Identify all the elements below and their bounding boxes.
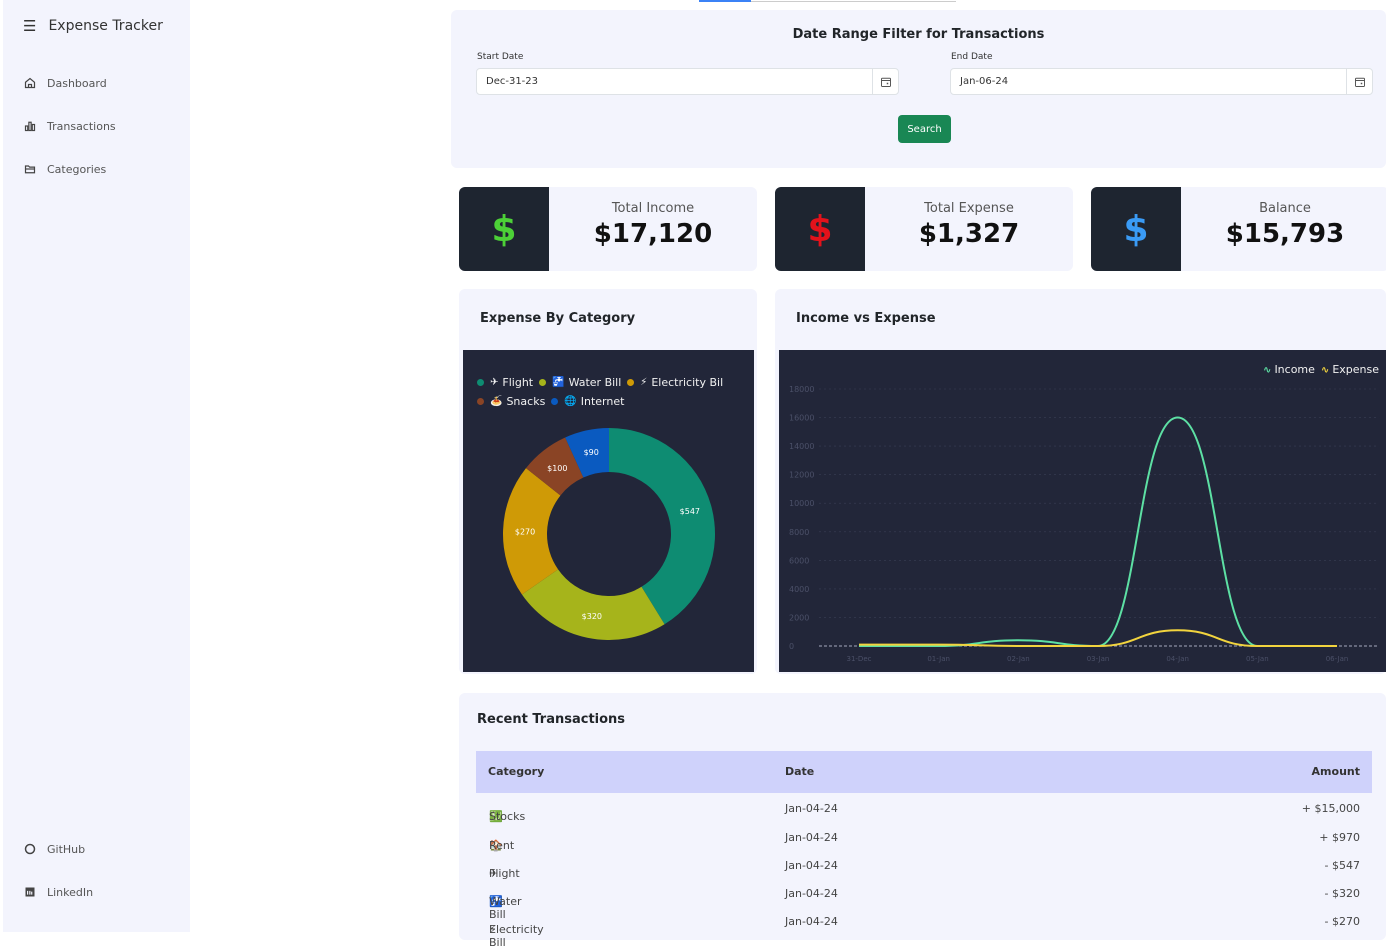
- x-tick-label: 31-Dec: [847, 655, 872, 663]
- y-tick-label: 6000: [789, 556, 809, 565]
- amount-cell: + $970: [1319, 831, 1360, 844]
- top-tab-indicator: [699, 0, 751, 2]
- stat-value: $15,793: [1225, 219, 1345, 249]
- bar-chart-icon: [23, 119, 37, 133]
- total-expense-card: $ Total Expense $1,327: [775, 187, 1073, 271]
- amount-cell: - $547: [1324, 859, 1360, 872]
- y-tick-label: 4000: [789, 585, 809, 594]
- sidebar-item-label: Categories: [47, 162, 107, 176]
- linkedin-icon: [23, 885, 37, 899]
- filter-title: Date Range Filter for Transactions: [792, 27, 1045, 42]
- slice-label: $320: [582, 612, 602, 621]
- slice-label: $90: [584, 448, 599, 457]
- start-date-label: Start Date: [477, 52, 524, 62]
- sidebar-item-label: Dashboard: [47, 76, 107, 90]
- recent-transactions-panel: Recent Transactions Category Date Amount…: [459, 693, 1386, 949]
- brand-title: Expense Tracker: [48, 18, 163, 34]
- x-tick-label: 05-Jan: [1246, 655, 1269, 663]
- y-tick-label: 12000: [789, 471, 814, 480]
- date-cell: Jan-04-24: [785, 859, 838, 872]
- balance-card: $ Balance $15,793: [1091, 187, 1386, 271]
- expense-by-category-panel: Expense By Category ✈ Flight 🚰 Water Bill ⚡ E…: [459, 289, 757, 674]
- panel-title: Expense By Category: [480, 311, 636, 326]
- dollar-icon: $: [775, 187, 865, 271]
- dollar-icon: $: [459, 187, 549, 271]
- stat-label: Balance: [1259, 201, 1311, 216]
- stat-label: Total Expense: [924, 201, 1014, 216]
- sidebar-item-label: GitHub: [47, 842, 86, 856]
- date-cell: Jan-04-24: [785, 915, 838, 928]
- y-tick-label: 14000: [789, 442, 814, 451]
- table-row[interactable]: 🏠 Rent Jan-04-24 + $970: [476, 823, 1372, 852]
- date-cell: Jan-04-24: [785, 802, 838, 815]
- sidebar-item-dashboard[interactable]: Dashboard: [23, 76, 107, 90]
- table-row[interactable]: 🚰 Water Bill Jan-04-24 - $320: [476, 879, 1372, 921]
- table-row[interactable]: ✈ Flight Jan-04-24 - $547: [476, 851, 1372, 880]
- calendar-icon[interactable]: [1346, 69, 1372, 94]
- amount-cell: - $320: [1324, 887, 1360, 900]
- table-header: Category Date Amount: [476, 751, 1372, 793]
- dollar-icon: $: [1091, 187, 1181, 271]
- y-tick-label: 8000: [789, 528, 809, 537]
- sidebar-item-label: LinkedIn: [47, 885, 94, 899]
- donut-chart-area: ✈ Flight 🚰 Water Bill ⚡ Electricity Bil 🍝 Snac…: [463, 350, 754, 672]
- github-icon: [23, 842, 37, 856]
- amount-cell: - $270: [1324, 915, 1360, 928]
- column-header-date[interactable]: Date: [785, 765, 814, 778]
- y-tick-label: 18000: [789, 385, 814, 394]
- stat-value: $17,120: [593, 219, 713, 249]
- slice-label: $270: [515, 527, 535, 536]
- slice-label: $547: [680, 507, 700, 516]
- slice-label: $100: [547, 464, 567, 473]
- sidebar-item-linkedin[interactable]: LinkedIn: [23, 885, 93, 899]
- start-date-value: Dec-31-23: [486, 76, 539, 87]
- x-tick-label: 03-Jan: [1087, 655, 1110, 663]
- x-tick-label: 04-Jan: [1166, 655, 1189, 663]
- column-header-amount[interactable]: Amount: [1312, 765, 1360, 778]
- date-cell: Jan-04-24: [785, 831, 838, 844]
- series-line-expense: [859, 629, 1337, 647]
- hamburger-menu-icon[interactable]: ☰: [23, 17, 36, 35]
- line-chart: 0 2000 4000 6000 8000 10000 12000 14000 16000 180…: [789, 385, 1377, 663]
- donut-chart: $547 $320 $270 $100 $90: [503, 428, 715, 640]
- sidebar-item-label: Transactions: [47, 119, 116, 133]
- top-divider: [751, 1, 956, 2]
- end-date-label: End Date: [951, 52, 993, 62]
- y-tick-label: 16000: [789, 414, 814, 423]
- sidebar: ☰ Expense Tracker Dashboard Transactions…: [3, 0, 190, 932]
- x-tick-label: 06-Jan: [1326, 655, 1349, 663]
- panel-title: Recent Transactions: [477, 712, 626, 727]
- y-tick-label: 10000: [789, 499, 814, 508]
- column-header-category[interactable]: Category: [488, 765, 544, 778]
- start-date-field[interactable]: Dec-31-23: [476, 68, 899, 95]
- pie-slice: [521, 569, 665, 640]
- folder-icon: [23, 162, 37, 176]
- calendar-icon[interactable]: [872, 69, 898, 94]
- end-date-field[interactable]: Jan-06-24: [950, 68, 1373, 95]
- amount-cell: + $15,000: [1301, 802, 1360, 815]
- y-tick-label: 2000: [789, 613, 809, 622]
- date-cell: Jan-04-24: [785, 887, 838, 900]
- search-button[interactable]: Search: [898, 115, 951, 143]
- sidebar-item-categories[interactable]: Categories: [23, 162, 106, 176]
- income-vs-expense-panel: Income vs Expense ∿ Income ∿ Expense 0 2000…: [775, 289, 1386, 674]
- y-tick-label: 0: [789, 642, 794, 651]
- brand[interactable]: ☰ Expense Tracker: [23, 17, 163, 35]
- stat-value: $1,327: [918, 219, 1020, 249]
- total-income-card: $ Total Income $17,120: [459, 187, 757, 271]
- table-row[interactable]: ⚡ Electricity Bill Jan-04-24 - $270: [476, 907, 1372, 949]
- home-icon: [23, 76, 37, 90]
- stat-label: Total Income: [611, 201, 695, 216]
- end-date-value: Jan-06-24: [960, 76, 1009, 87]
- panel-title: Income vs Expense: [796, 311, 936, 326]
- table-row[interactable]: 💹 Stocks Jan-04-24 + $15,000: [476, 794, 1372, 823]
- line-chart-area: ∿ Income ∿ Expense 0 2000 4000 6000 8000 10000 1…: [779, 350, 1386, 672]
- date-filter-panel: Date Range Filter for Transactions Start…: [451, 10, 1386, 168]
- sidebar-item-transactions[interactable]: Transactions: [23, 119, 116, 133]
- x-tick-label: 02-Jan: [1007, 655, 1030, 663]
- x-tick-label: 01-Jan: [927, 655, 950, 663]
- sidebar-item-github[interactable]: GitHub: [23, 842, 85, 856]
